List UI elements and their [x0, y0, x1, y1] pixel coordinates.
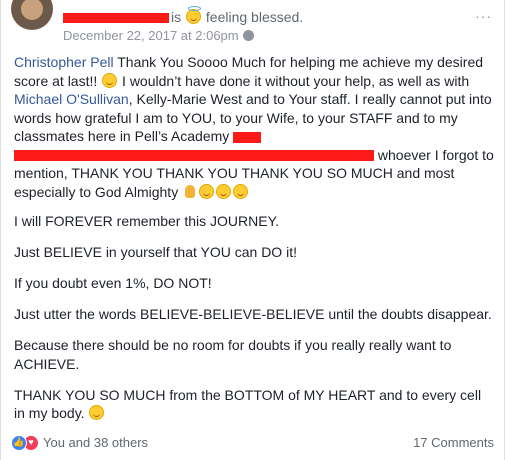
paragraph-7: THANK YOU SO MUCH from the BOTTOM of MY …	[14, 386, 494, 423]
paragraph-2: I will FOREVER remember this JOURNEY.	[14, 213, 280, 229]
post-date[interactable]: December 22, 2017 at 2:06pm	[63, 28, 239, 43]
avatar[interactable]	[11, 0, 53, 30]
smile-emoji	[102, 72, 118, 88]
text-segment: THANK YOU SO MUCH from the BOTTOM of MY …	[14, 386, 482, 422]
post-footer: 👍 ♥ You and 38 others 17 Comments	[11, 434, 494, 454]
like-icon: 👍	[11, 434, 27, 451]
paragraph-6: Because there should be no room for doub…	[14, 337, 452, 372]
smile-emoji	[233, 183, 249, 199]
halo-emoji	[186, 6, 202, 24]
reactions-summary[interactable]: 👍 ♥ You and 38 others	[11, 434, 148, 451]
redaction-bar	[233, 131, 262, 143]
globe-icon	[242, 30, 254, 41]
likes-count[interactable]: You and 38 others	[43, 435, 148, 450]
redacted-author-name	[63, 13, 169, 24]
post-timestamp[interactable]: December 22, 2017 at 2:06pm	[63, 28, 254, 43]
comments-count[interactable]: 17 Comments	[413, 435, 494, 450]
post-body: Christopher Pell Thank You Soooo Much fo…	[14, 53, 494, 435]
hug-emoji	[216, 183, 232, 199]
smile-emoji	[199, 183, 215, 199]
text-segment: I wouldn’t have done it without your hel…	[118, 72, 470, 89]
facebook-post: is feeling blessed. December 22, 2017 at…	[0, 0, 505, 460]
mention-christopher-pell[interactable]: Christopher Pell	[14, 54, 114, 70]
author-name-suffix: is	[171, 9, 182, 25]
mention-michael-osullivan[interactable]: Michael O'Sullivan	[14, 91, 129, 107]
post-header: is feeling blessed.	[63, 6, 303, 25]
paragraph-1: Christopher Pell Thank You Soooo Much fo…	[14, 53, 494, 201]
redaction-bar	[14, 150, 374, 162]
paragraph-3: Just BELIEVE in yourself that YOU can DO…	[14, 244, 297, 260]
smile-emoji	[89, 405, 105, 420]
paragraph-4: If you doubt even 1%, DO NOT!	[14, 275, 212, 291]
pray-emoji	[183, 184, 197, 199]
feeling-text[interactable]: feeling blessed.	[206, 9, 303, 25]
more-icon[interactable]: ···	[475, 8, 492, 24]
paragraph-5: Just utter the words BELIEVE-BELIEVE-BEL…	[14, 306, 492, 322]
